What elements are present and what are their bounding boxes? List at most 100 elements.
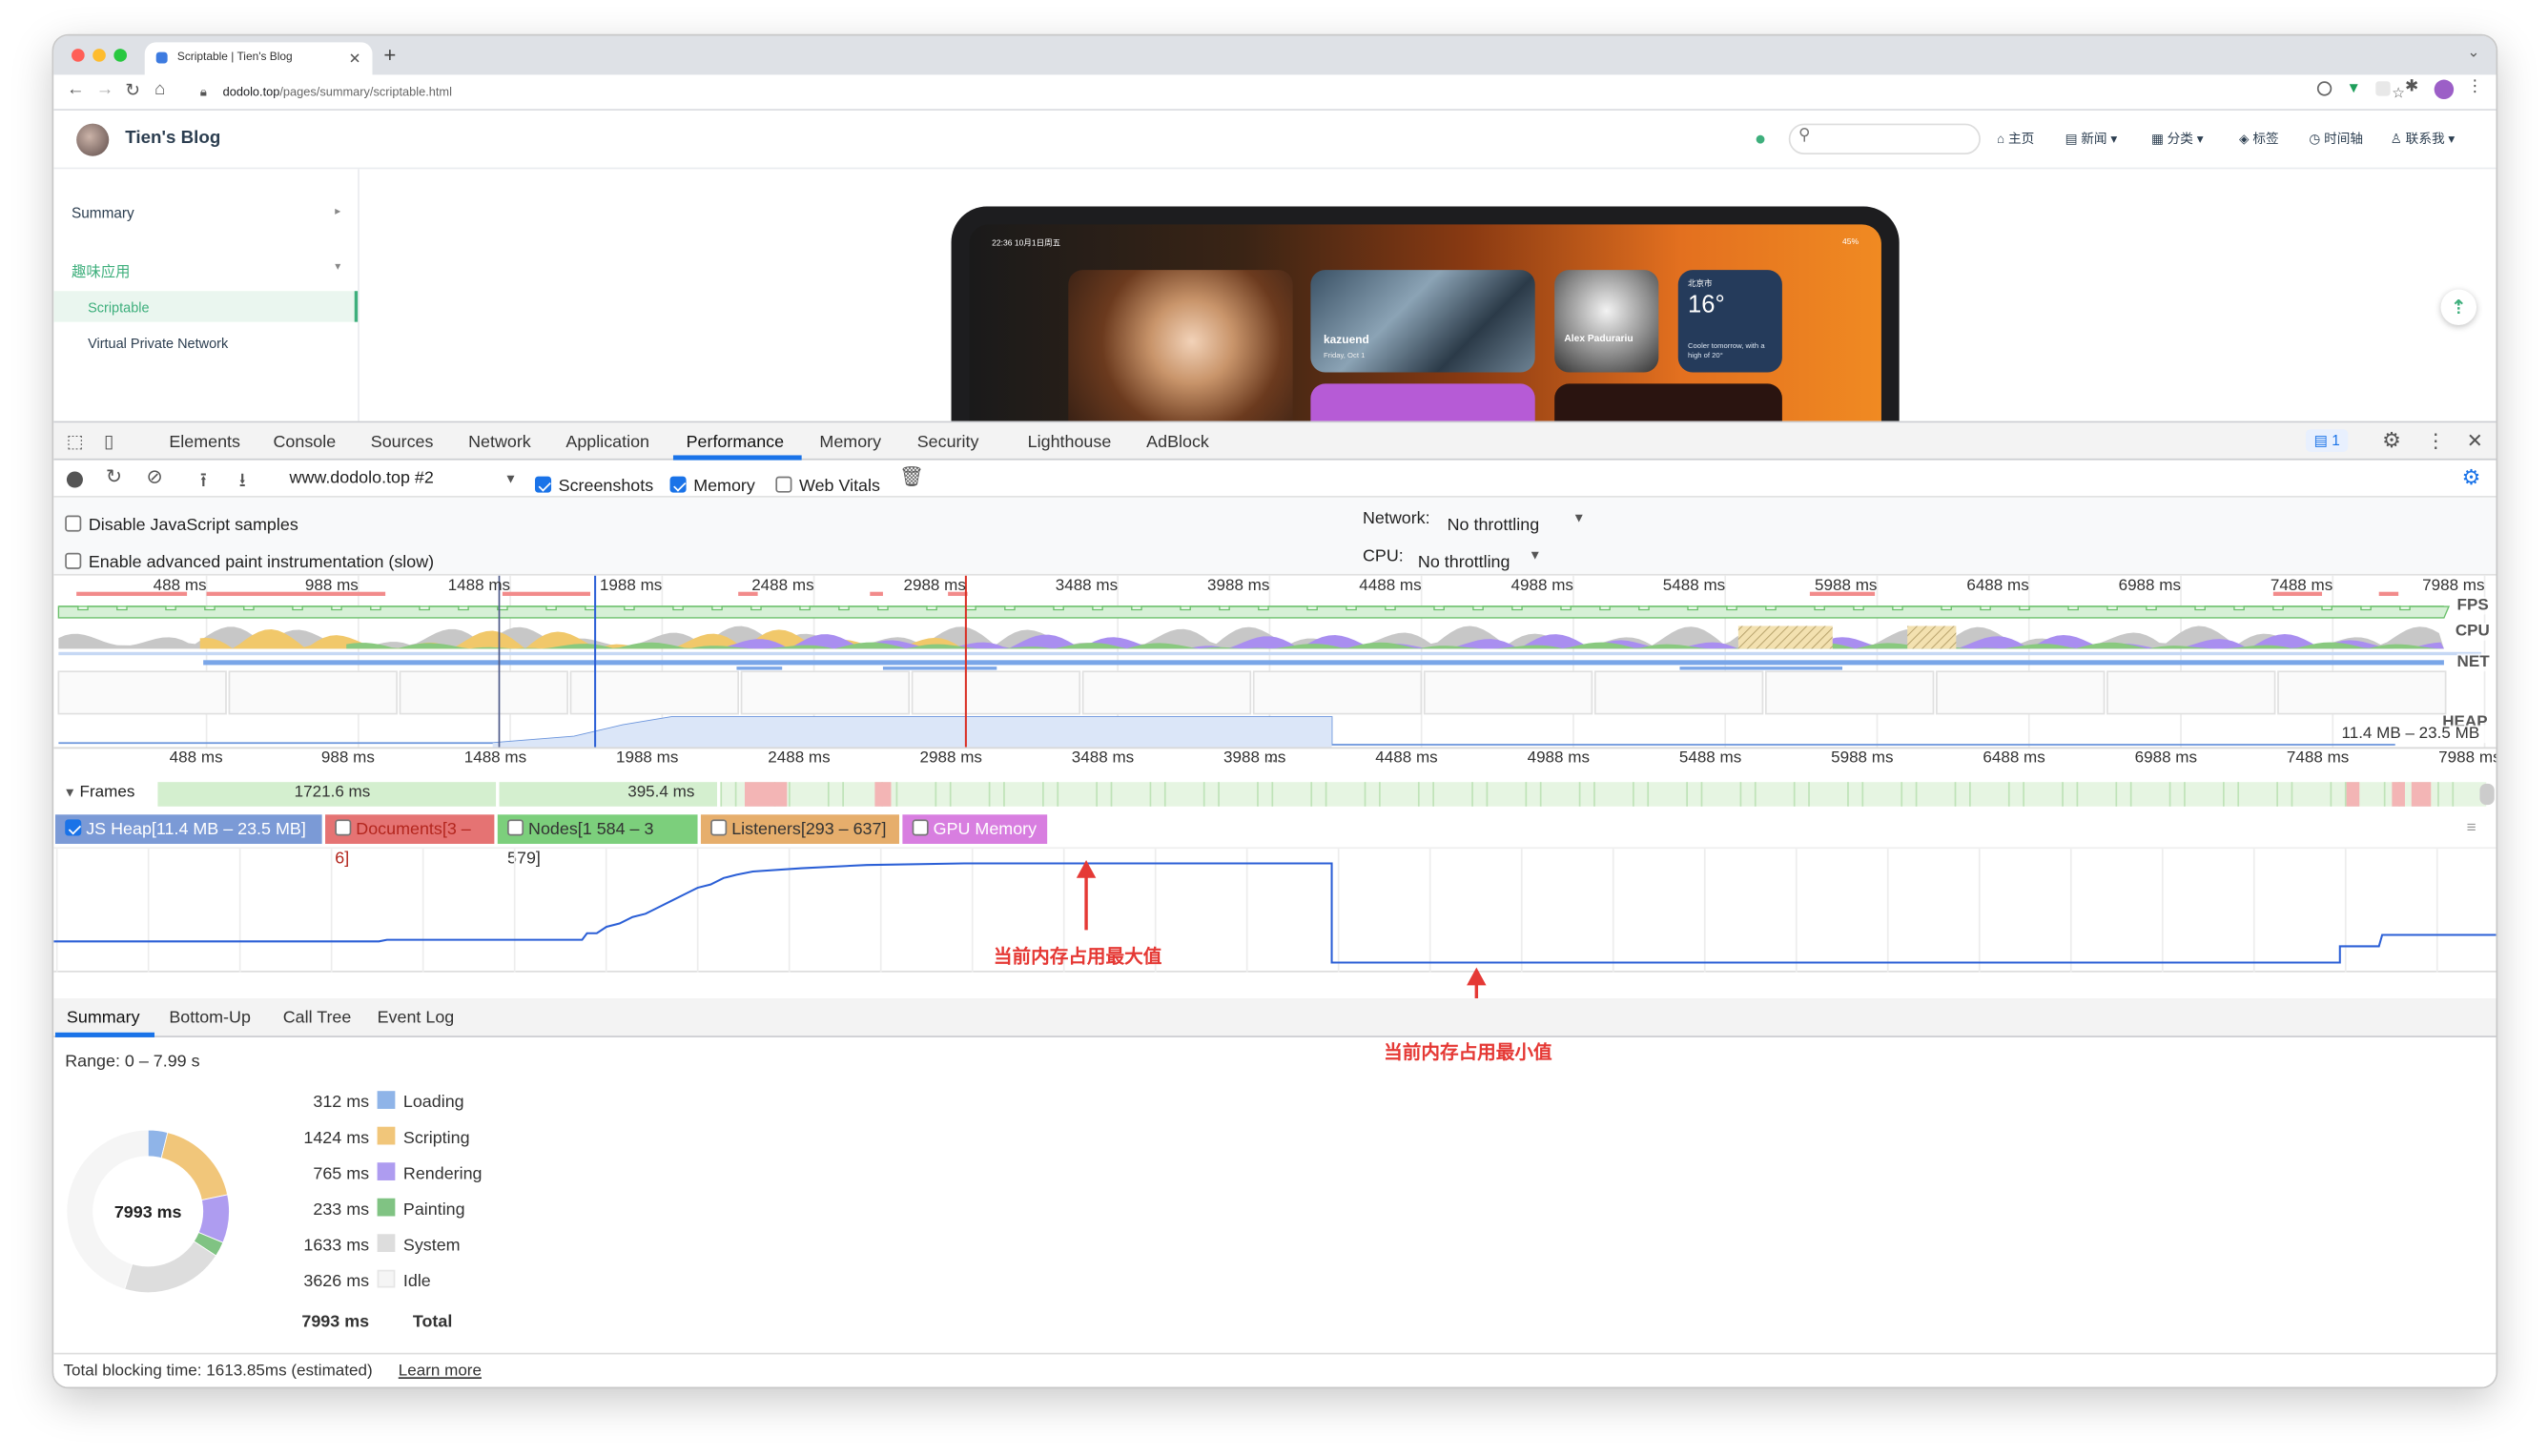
timeline-overview[interactable]: 488 ms 988 ms 1488 ms 1988 ms 2488 ms 2988 ms… <box>53 575 2497 771</box>
screenshots-checkbox[interactable]: Screenshots <box>535 470 653 500</box>
profile-avatar[interactable] <box>2434 79 2455 100</box>
sidebar-item-vpn[interactable]: Virtual Private Network <box>88 335 228 351</box>
counter-checkbox[interactable] <box>335 819 352 836</box>
collapse-triangle-icon[interactable]: ▼ <box>64 786 77 800</box>
device-toolbar-icon[interactable]: ▯ <box>104 431 113 452</box>
nav-timeline[interactable]: ◷ 时间轴 <box>2309 130 2363 148</box>
frame-block[interactable]: 395.4 ms <box>499 782 717 807</box>
tab-security[interactable]: Security <box>917 433 979 452</box>
reload-icon[interactable]: ↻ <box>125 80 140 100</box>
tab-memory[interactable]: Memory <box>819 433 881 452</box>
floating-action-button[interactable]: ⇡ <box>2440 289 2477 326</box>
close-tab-icon[interactable]: ✕ <box>349 42 361 74</box>
search-input[interactable]: ⚲ <box>1788 123 1981 154</box>
settings-gear-icon[interactable]: ⚙ <box>2382 427 2401 453</box>
tab-call-tree[interactable]: Call Tree <box>283 1008 352 1027</box>
nav-news[interactable]: ▤ 新闻 ▾ <box>2065 130 2118 148</box>
new-tab-icon[interactable]: + <box>383 42 396 67</box>
inspect-element-icon[interactable]: ⬚ <box>67 431 84 452</box>
tab-network[interactable]: Network <box>468 433 531 452</box>
reload-record-icon[interactable]: ↻ <box>106 465 122 488</box>
clear-icon[interactable]: ⊘ <box>146 465 162 488</box>
overview-tick-label: 2988 ms <box>903 577 966 596</box>
nav-tags[interactable]: ◈ 标签 <box>2239 130 2279 148</box>
memory-counters-legend: JS Heap[11.4 MB – 23.5 MB] Documents[3 –… <box>53 813 2497 869</box>
extension-icon[interactable] <box>2316 81 2332 96</box>
memory-counter-toggle[interactable]: Nodes[1 584 – 3 579] <box>497 814 698 869</box>
forward-icon[interactable]: → <box>96 80 114 99</box>
memory-counter-toggle[interactable]: GPU Memory <box>902 814 1048 844</box>
profile-select[interactable]: www.dodolo.top #2 ▼ <box>290 466 518 491</box>
close-window-button[interactable] <box>72 49 85 62</box>
home-icon[interactable]: ⌂ <box>154 80 165 99</box>
extension-icon-2[interactable] <box>2375 81 2391 96</box>
sidebar-item-scriptable[interactable]: Scriptable <box>53 291 359 322</box>
issues-badge[interactable]: ▤ 1 <box>2305 429 2349 453</box>
range-label: Range: 0 – 7.99 s <box>65 1052 200 1072</box>
sidebar-group[interactable]: 趣味应用 <box>72 260 130 281</box>
tab-elements[interactable]: Elements <box>169 433 240 452</box>
weather-note: Cooler tomorrow, with a high of 20° <box>1687 341 1765 359</box>
ipad-status-time: 22:36 10月1日周五 <box>992 238 1061 249</box>
frames-track[interactable]: ▼ Frames 1721.6 ms 395.4 ms <box>53 780 2497 810</box>
webvitals-checkbox[interactable]: Web Vitals <box>775 470 880 500</box>
collect-garbage-icon[interactable]: 🗑︎ <box>899 465 924 488</box>
address-bar[interactable]: 🔒︎ dodolo.top/pages/summary/scriptable.h… <box>187 79 2415 106</box>
chevron-down-icon[interactable]: ▾ <box>335 260 340 274</box>
frames-scrollbar[interactable] <box>2479 783 2495 806</box>
minimize-window-button[interactable] <box>92 49 106 62</box>
tab-performance[interactable]: Performance <box>687 433 784 452</box>
site-title[interactable]: Tien's Blog <box>125 129 220 148</box>
vpn-extension-icon[interactable]: ▼ <box>2347 80 2361 96</box>
load-profile-icon[interactable]: ⭱ <box>200 465 207 500</box>
record-button[interactable] <box>66 471 83 488</box>
paint-instrumentation-checkbox[interactable]: Enable advanced paint instrumentation (s… <box>65 546 434 576</box>
disable-js-samples-checkbox[interactable]: Disable JavaScript samples <box>65 509 298 539</box>
memory-checkbox[interactable]: Memory <box>669 470 755 500</box>
tab-summary[interactable]: Summary <box>67 1008 140 1027</box>
counter-checkbox[interactable] <box>507 819 524 836</box>
cpu-throttle-label: CPU: <box>1362 545 1404 566</box>
close-devtools-icon[interactable]: ✕ <box>2467 429 2483 452</box>
puzzle-icon[interactable]: ✱ <box>2405 78 2418 96</box>
memory-counter-toggle[interactable]: Documents[3 – 6] <box>325 814 495 869</box>
nav-home[interactable]: ⌂ 主页 <box>1997 130 2034 148</box>
tab-search-icon[interactable]: ⌄ <box>2468 44 2480 62</box>
frame-block[interactable]: 1721.6 ms <box>157 782 497 807</box>
splitter-handle-icon[interactable]: ⋯ <box>1266 753 1281 771</box>
tab-lighthouse[interactable]: Lighthouse <box>1028 433 1112 452</box>
maximize-window-button[interactable] <box>113 49 128 62</box>
cpu-throttle-select[interactable]: No throttling ▼ <box>1418 546 1542 576</box>
theme-palette-icon[interactable]: ● <box>1755 127 1766 150</box>
bookmark-star-icon[interactable]: ☆ <box>2392 80 2405 106</box>
tab-event-log[interactable]: Event Log <box>378 1008 455 1027</box>
counter-checkbox[interactable] <box>912 819 929 836</box>
counter-checkbox[interactable] <box>65 819 82 836</box>
tab-adblock[interactable]: AdBlock <box>1146 433 1209 452</box>
sidebar-summary[interactable]: Summary <box>72 205 134 221</box>
save-profile-icon[interactable]: ⭳ <box>239 465 246 500</box>
frame-tick <box>2184 782 2186 807</box>
more-options-icon[interactable]: ⋮ <box>2426 429 2445 452</box>
category-swatch <box>377 1198 396 1217</box>
summary-row: 312 ms Loading <box>281 1091 464 1114</box>
network-throttle-select[interactable]: No throttling ▼ <box>1448 509 1586 539</box>
counter-checkbox[interactable] <box>710 819 728 836</box>
browser-tab[interactable]: Scriptable | Tien's Blog ✕ <box>144 42 373 75</box>
drag-handle-icon[interactable]: ≡ <box>2467 819 2476 837</box>
tab-console[interactable]: Console <box>273 433 336 452</box>
frame-tick <box>1808 782 1810 807</box>
chevron-right-icon[interactable]: ▸ <box>335 205 340 218</box>
learn-more-link[interactable]: Learn more <box>399 1363 482 1381</box>
tab-bottom-up[interactable]: Bottom-Up <box>169 1008 251 1027</box>
tab-application[interactable]: Application <box>565 433 649 452</box>
tab-sources[interactable]: Sources <box>371 433 434 452</box>
memory-counter-toggle[interactable]: Listeners[293 – 637] <box>700 814 899 844</box>
nav-contact[interactable]: ♙ 联系我 ▾ <box>2391 130 2456 148</box>
nav-category[interactable]: ▦ 分类 ▾ <box>2151 130 2204 148</box>
back-icon[interactable]: ← <box>67 80 85 99</box>
chrome-menu-icon[interactable]: ⋮ <box>2467 78 2483 96</box>
summary-row: 233 ms Painting <box>281 1198 465 1221</box>
capture-settings-gear-icon[interactable]: ⚙ <box>2462 465 2481 491</box>
memory-counter-toggle[interactable]: JS Heap[11.4 MB – 23.5 MB] <box>54 814 322 844</box>
